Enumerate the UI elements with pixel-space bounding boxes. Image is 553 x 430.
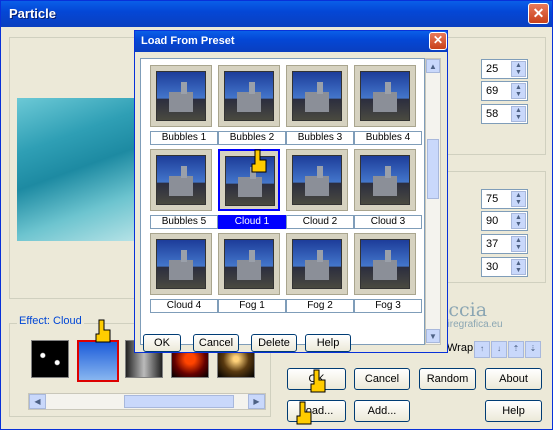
preset-thumbnail[interactable] [218,65,280,127]
preset-thumbnail[interactable] [286,149,348,211]
church-image [292,71,342,121]
wrap-top-icon[interactable]: ⇡ [508,341,524,358]
church-image [360,71,410,121]
preset-grid: Bubbles 1 Bubbles 2 Bubbles 3 Bubbles 4 Bubb… [140,58,425,345]
effect-legend: Effect: Cloud [17,315,84,327]
preset-thumbnail[interactable] [354,149,416,211]
church-image [224,71,274,121]
preset-scrollbar[interactable]: ▲ ▼ [425,58,441,345]
spin-arrows-icon[interactable]: ▲ ▼ [511,61,526,77]
add-button[interactable]: Add... [354,400,410,422]
preset-label[interactable]: Bubbles 4 [354,131,422,145]
preset-thumbnail[interactable] [218,233,280,295]
scroll-thumb[interactable] [427,139,439,199]
church-image [360,239,410,289]
preset-label[interactable]: Cloud 2 [286,215,354,229]
wrap-label: Wrap [447,342,474,354]
preset-label[interactable]: Bubbles 3 [286,131,354,145]
preset-label[interactable]: Fog 3 [354,299,422,313]
spinner-6[interactable]: 37 ▲ ▼ [481,234,528,254]
spin-arrows-icon[interactable]: ▲ ▼ [511,191,526,207]
wrap-bottom-icon[interactable]: ⇣ [525,341,541,358]
help-button[interactable]: Help [485,400,542,422]
preset-label[interactable]: Fog 2 [286,299,354,313]
spin-arrows-icon[interactable]: ▲ ▼ [511,259,526,275]
about-button[interactable]: About [485,368,542,390]
church-image [360,155,410,205]
preset-thumbnail[interactable] [150,149,212,211]
effect-thumb-bubbles[interactable] [31,340,69,378]
dialog-help-button[interactable]: Help [305,334,351,352]
preset-thumbnail[interactable] [150,233,212,295]
spin-arrows-icon[interactable]: ▲ ▼ [511,106,526,122]
random-button[interactable]: Random [419,368,476,390]
spinner-5[interactable]: 90 ▲ ▼ [481,211,528,231]
scroll-left-icon[interactable]: ◀ [29,394,46,409]
spinner-1[interactable]: 25 ▲ ▼ [481,59,528,79]
preset-thumbnail[interactable] [354,65,416,127]
spinner-2[interactable]: 69 ▲ ▼ [481,81,528,101]
preset-label[interactable]: Cloud 3 [354,215,422,229]
dialog-ok-button[interactable]: OK [143,334,181,352]
dialog-title: Load From Preset [141,35,235,47]
spinner-3[interactable]: 58 ▲ ▼ [481,104,528,124]
wrap-down-icon[interactable]: ↓ [491,341,507,358]
preset-label[interactable]: Bubbles 1 [150,131,218,145]
spin-arrows-icon[interactable]: ▲ ▼ [511,213,526,229]
preset-thumbnail[interactable] [354,233,416,295]
close-button[interactable]: ✕ [528,3,549,24]
wrap-up-icon[interactable]: ↑ [474,341,490,358]
hand-pointer-icon [249,149,269,175]
spinner-7[interactable]: 30 ▲ ▼ [481,257,528,277]
preset-label[interactable]: Bubbles 5 [150,215,218,229]
church-image [156,71,206,121]
scroll-down-icon[interactable]: ▼ [426,329,440,343]
dialog-title-bar: Load From Preset ✕ [135,31,447,52]
dialog-close-button[interactable]: ✕ [429,32,447,50]
preset-label[interactable]: Cloud 1 [218,215,286,229]
spinner-4[interactable]: 75 ▲ ▼ [481,189,528,209]
effect-preview-image [17,98,134,241]
effect-thumb-cloud-selected[interactable] [77,340,119,382]
church-image [156,239,206,289]
preset-label[interactable]: Fog 1 [218,299,286,313]
hand-pointer-icon [93,319,113,345]
window-title: Particle [9,6,56,21]
spin-arrows-icon[interactable]: ▲ ▼ [511,236,526,252]
preset-label[interactable]: Bubbles 2 [218,131,286,145]
church-image [292,155,342,205]
preset-thumbnail[interactable] [286,65,348,127]
effect-scrollbar[interactable]: ◀ ▶ [28,393,266,410]
church-image [156,155,206,205]
spin-arrows-icon[interactable]: ▲ ▼ [511,83,526,99]
cancel-button[interactable]: Cancel [354,368,410,390]
church-image [224,239,274,289]
load-preset-dialog: Load From Preset ✕ Bubbles 1 Bubbles 2 Bub… [134,30,448,353]
scroll-up-icon[interactable]: ▲ [426,59,440,73]
scroll-thumb[interactable] [124,395,234,408]
title-bar: Particle ✕ [1,1,552,27]
preset-thumbnail[interactable] [286,233,348,295]
preset-label[interactable]: Cloud 4 [150,299,218,313]
hand-pointer-icon [294,401,314,427]
dialog-delete-button[interactable]: Delete [251,334,297,352]
hand-pointer-icon [308,369,328,395]
church-image [292,239,342,289]
preset-thumbnail[interactable] [150,65,212,127]
particle-window: Particle ✕ 25 ▲ ▼ 69 ▲ ▼ 58 ▲ ▼ 75 ▲ ▼ 90 ▲ ▼ 37 ▲ ▼… [0,0,553,430]
scroll-right-icon[interactable]: ▶ [248,394,265,409]
dialog-cancel-button[interactable]: Cancel [193,334,239,352]
